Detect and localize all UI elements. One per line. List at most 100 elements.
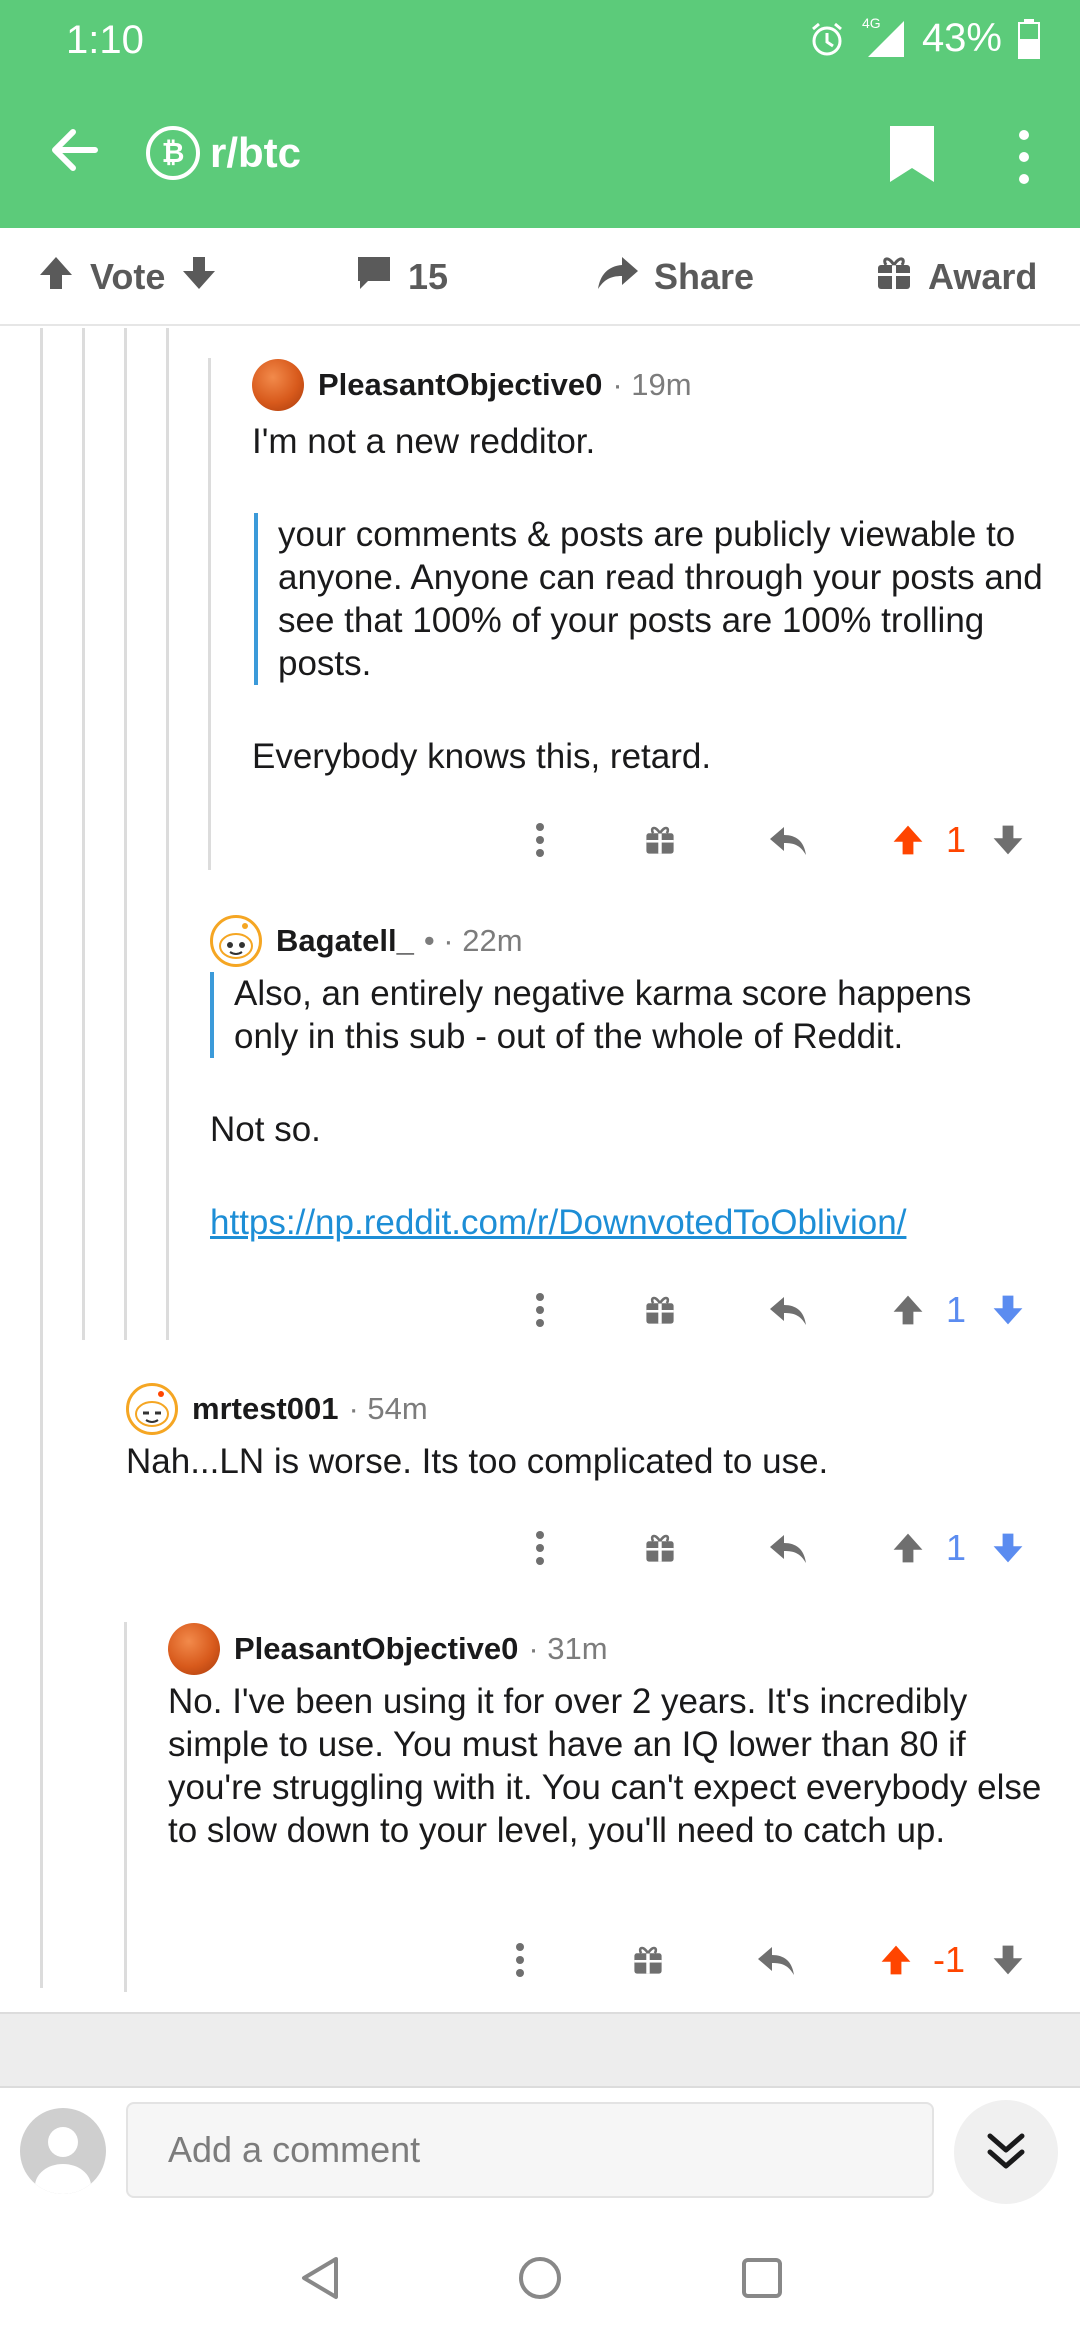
gift-icon: [874, 253, 914, 302]
comment-score: 1: [945, 1289, 967, 1330]
upvote-arrow-icon[interactable]: [876, 1930, 916, 1990]
comment-text: Everybody knows this, retard.: [252, 737, 712, 776]
gift-icon[interactable]: [640, 1280, 680, 1340]
share-button[interactable]: Share: [596, 228, 754, 326]
comment-age: • · 22m: [423, 923, 523, 958]
comment-author[interactable]: PleasantObjective0: [234, 1631, 518, 1667]
alarm-icon: [808, 20, 846, 58]
comment-age: · 54m: [348, 1391, 428, 1426]
downvote-arrow-icon[interactable]: [988, 1280, 1028, 1340]
comment: PleasantObjective0 · 19m I'm not a new r…: [252, 358, 1052, 778]
subreddit-link[interactable]: ₿ r/btc: [146, 126, 301, 180]
bookmark-icon[interactable]: [884, 124, 940, 186]
system-nav-bar: [0, 2218, 1080, 2340]
comment-score: 1: [945, 1527, 967, 1568]
signal-icon: 4G: [862, 15, 906, 59]
avatar[interactable]: [252, 359, 304, 411]
downvote-arrow-icon[interactable]: [988, 1518, 1028, 1578]
more-options-icon[interactable]: [520, 1518, 560, 1578]
reply-icon[interactable]: [766, 810, 810, 870]
comment-body: I'm not a new redditor. your comments & …: [252, 420, 1052, 778]
comment-actions: 1: [500, 810, 1060, 870]
downvote-arrow-icon[interactable]: [179, 253, 219, 302]
comment-header: PleasantObjective0 · 31m: [168, 1622, 1048, 1676]
more-options-icon[interactable]: [520, 810, 560, 870]
comment-actions: -1: [490, 1930, 1060, 1990]
status-icons: 4G 43%: [808, 15, 1040, 61]
downvote-arrow-icon[interactable]: [988, 1930, 1028, 1990]
battery-percent: 43%: [921, 16, 1002, 60]
comment-quote: Also, an entirely negative karma score h…: [210, 972, 1030, 1058]
thread-line[interactable]: [82, 328, 85, 1340]
post-action-bar: Vote 15 Share Award: [0, 228, 1080, 326]
avatar[interactable]: [168, 1623, 220, 1675]
comment-score: -1: [932, 1939, 965, 1980]
user-avatar-icon[interactable]: [20, 2108, 106, 2194]
thread-line[interactable]: [124, 328, 127, 1340]
gift-icon[interactable]: [640, 1518, 680, 1578]
status-time: 1:10: [66, 18, 144, 62]
comment-age: · 31m: [528, 1631, 608, 1666]
vote-label: Vote: [90, 256, 166, 297]
more-options-icon[interactable]: [500, 1930, 540, 1990]
reply-icon[interactable]: [754, 1930, 798, 1990]
comment-author[interactable]: PleasantObjective0: [318, 367, 602, 403]
gift-icon[interactable]: [640, 810, 680, 870]
share-arrow-icon: [596, 253, 640, 302]
comment-text: Nah...LN is worse. Its too complicated t…: [126, 1442, 829, 1481]
comment-text: I'm not a new redditor.: [252, 422, 596, 461]
comment-text: Not so.: [210, 1110, 321, 1149]
more-options-icon[interactable]: [520, 1280, 560, 1340]
thread-line[interactable]: [40, 328, 43, 1988]
share-label: Share: [654, 256, 755, 297]
back-arrow-icon[interactable]: [44, 120, 104, 180]
comment-actions: 1: [500, 1280, 1060, 1340]
upvote-arrow-icon[interactable]: [888, 810, 928, 870]
award-button[interactable]: Award: [874, 228, 1037, 326]
comment-composer: [0, 2088, 1080, 2218]
nav-recents-icon[interactable]: [732, 2248, 792, 2308]
reply-icon[interactable]: [766, 1280, 810, 1340]
comment-author[interactable]: mrtest001: [192, 1391, 338, 1427]
nav-back-icon[interactable]: [290, 2248, 350, 2308]
reply-icon[interactable]: [766, 1518, 810, 1578]
chevron-double-down-icon[interactable]: [954, 2100, 1058, 2204]
vote-control: Vote: [36, 228, 219, 326]
comment-bubble-icon: [354, 253, 394, 302]
downvote-arrow-icon[interactable]: [988, 810, 1028, 870]
more-options-icon[interactable]: [1004, 126, 1044, 188]
comment-author[interactable]: Bagatell_: [276, 923, 414, 959]
comments-button[interactable]: 15: [354, 228, 448, 326]
comment: mrtest001 · 54m Nah...LN is worse. Its t…: [126, 1382, 1056, 1483]
network-type: 4G: [861, 14, 881, 31]
content-footer-divider: [0, 2012, 1080, 2088]
comment-text: No. I've been using it for over 2 years.…: [168, 1682, 1042, 1850]
gift-icon[interactable]: [628, 1930, 668, 1990]
comment-body: Nah...LN is worse. Its too complicated t…: [126, 1440, 1056, 1483]
upvote-arrow-icon[interactable]: [888, 1518, 928, 1578]
avatar[interactable]: [210, 915, 262, 967]
battery-icon: [1018, 18, 1040, 59]
thread-line[interactable]: [166, 328, 169, 1340]
comment-actions: 1: [500, 1518, 1060, 1578]
comment-age: · 19m: [612, 367, 692, 402]
award-label: Award: [928, 256, 1038, 297]
comment-body: No. I've been using it for over 2 years.…: [168, 1680, 1048, 1852]
upvote-arrow-icon[interactable]: [36, 253, 76, 302]
comment-score: 1: [945, 819, 967, 860]
nav-home-icon[interactable]: [510, 2248, 570, 2308]
comment-input[interactable]: [126, 2102, 934, 2198]
upvote-arrow-icon[interactable]: [888, 1280, 928, 1340]
comment: Bagatell_ • · 22m Also, an entirely nega…: [210, 914, 1060, 1244]
comment: PleasantObjective0 · 31m No. I've been u…: [168, 1622, 1048, 1852]
comment-quote: your comments & posts are publicly viewa…: [254, 513, 1054, 685]
comment-body: Also, an entirely negative karma score h…: [210, 972, 1060, 1244]
avatar[interactable]: [126, 1383, 178, 1435]
comment-link[interactable]: https://np.reddit.com/r/DownvotedToObliv…: [210, 1201, 1060, 1244]
comment-header: PleasantObjective0 · 19m: [252, 358, 1052, 412]
thread-line[interactable]: [124, 1622, 127, 1992]
comment-header: Bagatell_ • · 22m: [210, 914, 1060, 968]
comment-count: 15: [408, 256, 449, 297]
app-header: 1:10 4G 43% ₿ r/btc: [0, 0, 1080, 228]
thread-line[interactable]: [208, 358, 211, 870]
